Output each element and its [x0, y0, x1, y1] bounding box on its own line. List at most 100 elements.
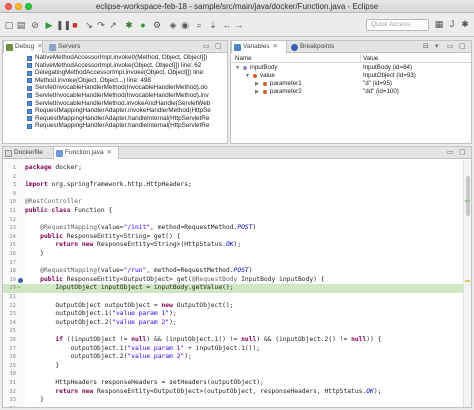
code-line[interactable]: 15 return new ResponseEntity<String>(Htt…	[3, 241, 463, 250]
minimize-icon[interactable]: ▭	[447, 41, 454, 53]
code-line[interactable]: 31 HttpHeaders responseHeaders = setHead…	[3, 379, 463, 388]
code-line[interactable]: 20 InputObject inputObject = inputBody.g…	[3, 284, 463, 293]
save-icon[interactable]: ▤	[16, 19, 26, 31]
list-item[interactable]: RequestMappingHandlerAdapter.handleInter…	[3, 122, 227, 130]
minimize-icon[interactable]: ▭	[447, 147, 454, 159]
list-item[interactable]: ServletInvocableHandlerMethod(InvocableH…	[3, 92, 227, 100]
code-line[interactable]: 19 public ResponseEntity<OutputObject> g…	[3, 276, 463, 285]
list-item[interactable]: ServletInvocableHandlerMethod.invokeAndH…	[3, 100, 227, 108]
forward-icon[interactable]: →	[234, 19, 244, 31]
chevron-right-icon[interactable]: ▶	[255, 80, 259, 88]
overview-marker[interactable]	[465, 200, 470, 202]
code-line[interactable]: 1 package docker;	[3, 164, 463, 173]
breakpoint-icon[interactable]	[18, 277, 23, 283]
suspend-icon[interactable]: ❚❚	[56, 19, 71, 31]
minimize-icon[interactable]: ▭	[203, 41, 210, 53]
collapse-all-icon[interactable]: ⊟	[423, 41, 429, 53]
search-icon[interactable]: ⌕	[194, 19, 204, 31]
open-type-icon[interactable]: ◉	[180, 19, 190, 31]
resume-icon[interactable]: ▶	[44, 19, 54, 31]
code-line[interactable]: 13 @RequestMapping(value="/init", method…	[3, 224, 463, 233]
code-line[interactable]: 10 @RestController	[3, 198, 463, 207]
code-line[interactable]: 18 @RequestMapping(value="/run", method=…	[3, 267, 463, 276]
code-line[interactable]: 16 }	[3, 250, 463, 259]
code-text: outputObject.1("value param 1" + inputOb…	[25, 344, 261, 352]
code-line[interactable]: 9	[3, 190, 463, 199]
column-header-name[interactable]: Name	[235, 54, 252, 63]
code-line[interactable]: 14 public ResponseEntity<String> get() {	[3, 233, 463, 242]
code-line[interactable]: 22 OutputObject outputObject = new Outpu…	[3, 302, 463, 311]
tab-variables[interactable]: Variables ✕	[231, 41, 287, 53]
external-tools-icon[interactable]: ⚙	[152, 19, 162, 31]
run-icon[interactable]: ●	[138, 19, 148, 31]
code-line[interactable]: 21	[3, 293, 463, 302]
view-menu-icon[interactable]: ▾	[435, 41, 439, 53]
maximize-icon[interactable]: ▢	[459, 41, 466, 53]
column-header-value[interactable]: Value	[363, 54, 378, 63]
maximize-icon[interactable]: ▢	[215, 41, 222, 53]
code-text: if ((inputObject != null) && (inputObjec…	[55, 336, 382, 343]
list-item[interactable]: ServletInvocableHandlerMethod(InvocableH…	[3, 84, 227, 92]
code-line[interactable]: 28 outputObject.2("value param 2");	[3, 353, 463, 362]
code-line[interactable]: 34	[3, 405, 463, 407]
list-item[interactable]: DelegatingMethodAccessorImpl.invoke(Obje…	[3, 69, 227, 77]
terminate-icon[interactable]: ■	[70, 19, 80, 31]
step-into-icon[interactable]: ↘	[84, 19, 94, 31]
list-item[interactable]: RequestMappingHandlerAdapter.handleInter…	[3, 115, 227, 123]
step-over-icon[interactable]: ↷	[96, 19, 106, 31]
close-icon[interactable]: ✕	[107, 149, 112, 156]
code-line[interactable]: 29 }	[3, 362, 463, 371]
table-row[interactable]: ▼ value InputObject (id=93)	[231, 72, 471, 80]
code-text: HttpHeaders responseHeaders = setHeaders…	[25, 379, 264, 386]
close-icon[interactable]: ✕	[273, 43, 278, 50]
chevron-right-icon[interactable]: ▶	[255, 88, 259, 96]
code-line[interactable]: 24 outputObject.2("value param 2");	[3, 319, 463, 328]
chevron-down-icon[interactable]: ▼	[235, 64, 240, 72]
tab-dockerfile[interactable]: Dockerfile	[3, 147, 51, 159]
code-line[interactable]: 30	[3, 370, 463, 379]
code-line[interactable]: 12	[3, 216, 463, 225]
scrollbar-thumb[interactable]	[466, 176, 470, 216]
chevron-down-icon[interactable]: ▼	[245, 72, 250, 80]
maximize-icon[interactable]: ▢	[459, 147, 466, 159]
code-line[interactable]: 11 public class Function {	[3, 207, 463, 216]
list-item[interactable]: RequestMappingHandlerAdapter.invokeHandl…	[3, 107, 227, 115]
code-line[interactable]: 17	[3, 259, 463, 268]
code-line[interactable]: 33 }	[3, 396, 463, 405]
next-annotation-icon[interactable]: ⇣	[208, 19, 218, 31]
stack-frame-list: NativeMethodAccessorImpl.invoke0(Method,…	[3, 54, 227, 143]
tab-function-java[interactable]: Function.java ✕	[53, 147, 119, 159]
back-icon[interactable]: ←	[222, 19, 232, 31]
tab-servers[interactable]: Servers	[47, 41, 93, 53]
java-perspective-icon[interactable]: J	[446, 18, 458, 30]
new-file-icon[interactable]: ▢	[4, 19, 14, 31]
code-line[interactable]: 2	[3, 173, 463, 182]
code-line[interactable]: 26 if ((inputObject != null) && (inputOb…	[3, 336, 463, 345]
table-row[interactable]: ▼ inputBody InputBody (id=84)	[231, 64, 471, 72]
code-line[interactable]: 3 import org.springframework.http.HttpHea…	[3, 181, 463, 190]
debug-run-icon[interactable]: ✱	[124, 19, 134, 31]
code-line[interactable]: 23 outputObject.1("value param 1");	[3, 310, 463, 319]
code-line[interactable]: 32 return new ResponseEntity<OutputObjec…	[3, 388, 463, 397]
step-return-icon[interactable]: ↗	[108, 19, 118, 31]
close-icon[interactable]: ✕	[37, 43, 42, 50]
list-item[interactable]: NativeMethodAccessorImpl.invoke0(Method,…	[3, 54, 227, 62]
new-java-project-icon[interactable]: ◈	[168, 19, 178, 31]
code-editor[interactable]: 1 package docker; 2 3 import org.springframe…	[3, 160, 463, 407]
skip-breakpoints-icon[interactable]: ⊘	[30, 19, 40, 31]
overview-marker[interactable]	[465, 280, 470, 282]
quick-access-input[interactable]: Quick Access	[366, 19, 429, 31]
list-item[interactable]: NativeMethodAccessorImpl.invoke(Object, …	[3, 62, 227, 70]
editor-scrollbar[interactable]	[463, 160, 471, 407]
open-perspective-icon[interactable]: ▦	[433, 18, 445, 30]
table-row[interactable]: ▶ parameter2 "dd" (id=100)	[231, 88, 471, 96]
code-line[interactable]: 25	[3, 327, 463, 336]
tab-breakpoints[interactable]: Breakpoints	[289, 41, 347, 53]
table-row[interactable]: ▶ parameter1 "d" (id=95)	[231, 80, 471, 88]
tab-debug[interactable]: Debug ✕	[3, 41, 43, 53]
debug-perspective-icon[interactable]: ✱	[459, 18, 471, 30]
code-line[interactable]: 27 outputObject.1("value param 1" + inpu…	[3, 345, 463, 354]
line-number: 1	[12, 165, 16, 171]
list-item[interactable]: Method.invoke(Object, Object...) line: 4…	[3, 77, 227, 85]
field-icon	[263, 82, 267, 86]
